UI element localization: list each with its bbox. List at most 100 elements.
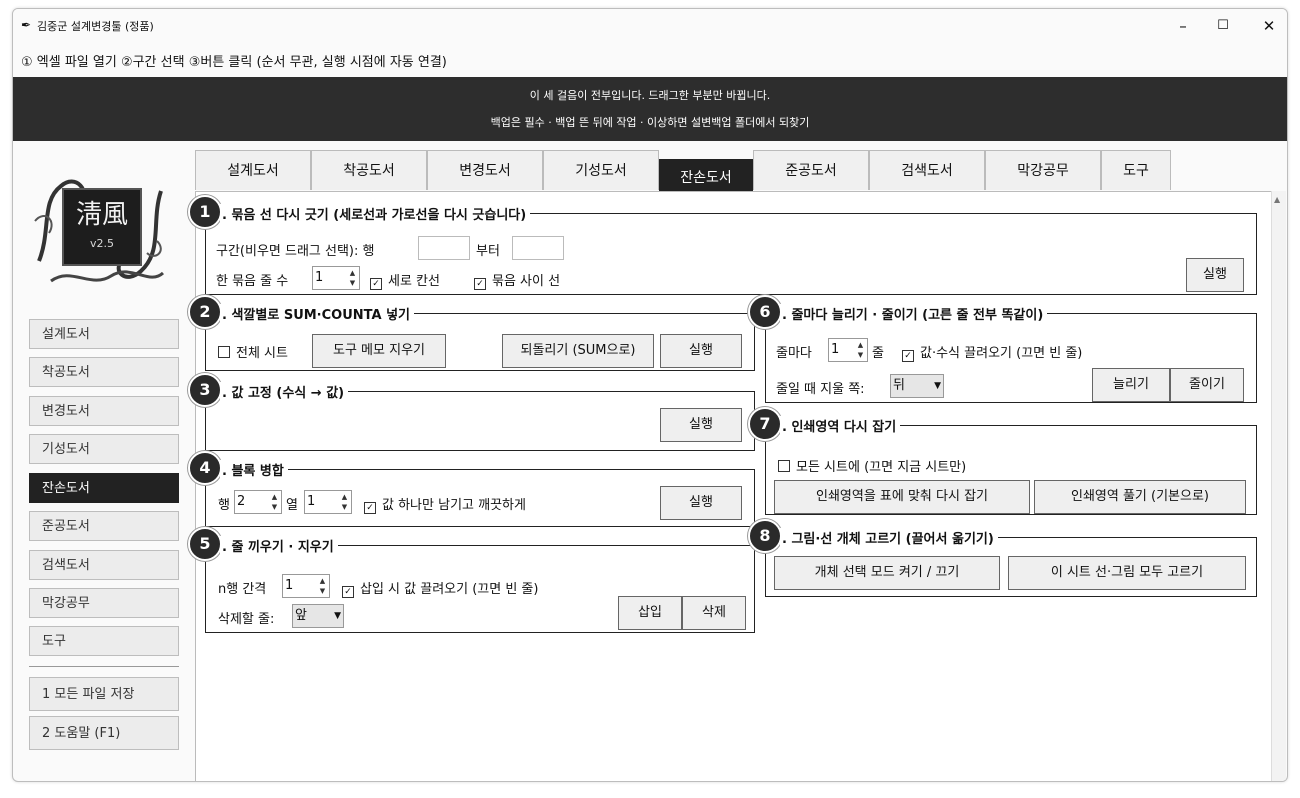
tab-power[interactable]: 막강공무 (985, 150, 1101, 190)
spin-arrows-icon[interactable]: ▲ ▼ (855, 340, 866, 360)
row-label: 행 (218, 498, 230, 513)
save-all-button[interactable]: 1 모든 파일 저장 (29, 677, 179, 711)
chevron-down-icon[interactable]: ▼ (934, 375, 941, 397)
tab-start[interactable]: 착공도서 (311, 150, 427, 190)
decrease-button[interactable]: 줄이기 (1170, 368, 1244, 402)
checkbox-checked-icon[interactable]: ✓ (902, 350, 914, 362)
checkbox-unchecked-icon[interactable] (778, 460, 790, 472)
release-print-area-button[interactable]: 인쇄영역 풀기 (기본으로) (1034, 480, 1246, 514)
all-sheets-checkbox[interactable]: 모든 시트에 (끄면 지금 시트만) (778, 456, 966, 475)
toggle-select-mode-button[interactable]: 개체 선택 모드 켜기 / 끄기 (774, 556, 1000, 590)
group-number-badge: 3 (188, 373, 222, 407)
vertical-lines-checkbox[interactable]: ✓ 세로 칸선 (370, 270, 440, 290)
delete-side-select[interactable]: 앞 ▼ (292, 604, 344, 628)
group-title: . 줄마다 늘리기 · 줄이기 (고른 줄 전부 똑같이) (780, 304, 1048, 323)
sidebar-item-tools[interactable]: 도구 (29, 626, 179, 656)
tab-remaining[interactable]: 잔손도서 (659, 159, 753, 193)
remove-side-select[interactable]: 뒤 ▼ (890, 374, 944, 398)
interval-label: n행 간격 (218, 582, 267, 597)
every-label: 줄마다 (776, 346, 812, 361)
checkbox-checked-icon[interactable]: ✓ (364, 502, 376, 514)
all-sheets-checkbox[interactable]: 전체 시트 (218, 342, 288, 361)
tab-tools[interactable]: 도구 (1101, 150, 1171, 190)
help-button[interactable]: 2 도움말 (F1) (29, 716, 179, 750)
close-button[interactable]: ✕ (1249, 14, 1287, 38)
tab-design[interactable]: 설계도서 (195, 150, 311, 190)
checkbox-checked-icon[interactable]: ✓ (370, 278, 382, 290)
group-fix-values: 3 . 값 고정 (수식 → 값) 실행 (188, 373, 755, 451)
checkbox-unchecked-icon[interactable] (218, 346, 230, 358)
keep-one-value-checkbox[interactable]: ✓ 값 하나만 남기고 깨끗하게 (364, 494, 526, 514)
maximize-button[interactable]: ☐ (1203, 14, 1243, 38)
sidebar-item-design[interactable]: 설계도서 (29, 319, 179, 349)
banner-line-2: 백업은 필수 · 백업 뜬 뒤에 작업 · 이상하면 설변백업 폴더에서 되찾기 (490, 116, 810, 129)
spin-arrows-icon[interactable]: ▲ ▼ (347, 268, 358, 288)
interval-stepper[interactable]: 1 ▲ ▼ (282, 574, 330, 598)
every-stepper[interactable]: 1 ▲ ▼ (828, 338, 868, 362)
unit-label: 줄 (872, 346, 884, 361)
interval-value: 1 (285, 578, 294, 593)
sidebar-item-power[interactable]: 막강공무 (29, 588, 179, 618)
revert-sum-button[interactable]: 되돌리기 (SUM으로) (502, 334, 654, 368)
increase-button[interactable]: 늘리기 (1092, 368, 1170, 402)
checkbox-label: 모든 시트에 (끄면 지금 시트만) (796, 460, 967, 475)
delete-side-value: 앞 (295, 608, 307, 623)
col-label: 열 (286, 498, 298, 513)
tab-change[interactable]: 변경도서 (427, 150, 543, 190)
rows-per-group-label: 한 묶음 줄 수 (216, 274, 289, 289)
checkbox-label: 값·수식 끌려오기 (끄면 빈 줄) (920, 346, 1083, 361)
col-stepper[interactable]: 1 ▲ ▼ (304, 490, 352, 514)
delete-button[interactable]: 삭제 (682, 596, 746, 630)
group-number-badge: 4 (188, 451, 222, 485)
group-title: . 값 고정 (수식 → 값) (220, 382, 349, 401)
run-button[interactable]: 실행 (660, 334, 742, 368)
formula-pull-checkbox[interactable]: ✓ 값·수식 끌려오기 (끄면 빈 줄) (902, 342, 1082, 362)
sidebar-item-change[interactable]: 변경도서 (29, 396, 179, 426)
row-stepper[interactable]: 2 ▲ ▼ (234, 490, 282, 514)
tab-search[interactable]: 검색도서 (869, 150, 985, 190)
row-from-input[interactable] (418, 236, 470, 260)
row-to-input[interactable] (512, 236, 564, 260)
logo-version: v2.5 (90, 237, 114, 250)
tab-completion[interactable]: 준공도서 (753, 150, 869, 190)
spin-arrows-icon[interactable]: ▲ ▼ (317, 576, 328, 596)
group-title: . 블록 병합 (220, 460, 288, 479)
chevron-down-icon[interactable]: ▼ (334, 605, 341, 627)
sidebar-item-progress[interactable]: 기성도서 (29, 434, 179, 464)
title-bar: ✒ 김중군 설계변경툴 (정품) – ☐ ✕ (13, 9, 1287, 43)
group-number-badge: 1 (188, 195, 222, 229)
run-button[interactable]: 실행 (660, 408, 742, 442)
sidebar-item-search[interactable]: 검색도서 (29, 550, 179, 580)
run-button[interactable]: 실행 (660, 486, 742, 520)
sidebar-item-remaining[interactable]: 잔손도서 (29, 473, 179, 503)
fit-print-area-button[interactable]: 인쇄영역을 표에 맞춰 다시 잡기 (774, 480, 1030, 514)
pull-values-checkbox[interactable]: ✓ 삽입 시 값 끌려오기 (끄면 빈 줄) (342, 578, 538, 598)
col-value: 1 (307, 494, 316, 509)
group-number-badge: 8 (748, 519, 782, 553)
logo-char: 淸風 (76, 200, 128, 230)
every-value: 1 (831, 342, 840, 357)
sidebar-item-completion[interactable]: 준공도서 (29, 511, 179, 541)
scroll-up-icon[interactable]: ▲ (1274, 195, 1280, 204)
minimize-button[interactable]: – (1163, 14, 1203, 38)
rows-per-group-stepper[interactable]: 1 ▲ ▼ (312, 266, 360, 290)
checkbox-checked-icon[interactable]: ✓ (342, 586, 354, 598)
select-all-objects-button[interactable]: 이 시트 선·그림 모두 고르기 (1008, 556, 1246, 590)
info-banner: 이 세 걸음이 전부입니다. 드래그한 부분만 바뀝니다. 백업은 필수 · 백… (13, 77, 1287, 141)
run-button[interactable]: 실행 (1186, 258, 1244, 292)
group-redraw-lines: 1 . 묶음 선 다시 긋기 (세로선과 가로선을 다시 긋습니다) 구간(비우… (188, 195, 1257, 295)
sidebar-item-start[interactable]: 착공도서 (29, 357, 179, 387)
clear-memo-button[interactable]: 도구 메모 지우기 (312, 334, 446, 368)
insert-button[interactable]: 삽입 (618, 596, 682, 630)
group-title: . 그림·선 개체 고르기 (끌어서 옮기기) (780, 528, 998, 547)
vertical-scrollbar[interactable]: ▲ (1271, 191, 1286, 781)
spin-arrows-icon[interactable]: ▲ ▼ (339, 492, 350, 512)
checkbox-label: 전체 시트 (236, 346, 288, 361)
remove-side-label: 줄일 때 지울 쪽: (776, 382, 865, 397)
group-number-badge: 6 (748, 295, 782, 329)
feather-icon: ✒ (21, 18, 32, 32)
checkbox-checked-icon[interactable]: ✓ (474, 278, 486, 290)
spin-arrows-icon[interactable]: ▲ ▼ (269, 492, 280, 512)
tab-progress[interactable]: 기성도서 (543, 150, 659, 190)
between-lines-checkbox[interactable]: ✓ 묶음 사이 선 (474, 270, 560, 290)
